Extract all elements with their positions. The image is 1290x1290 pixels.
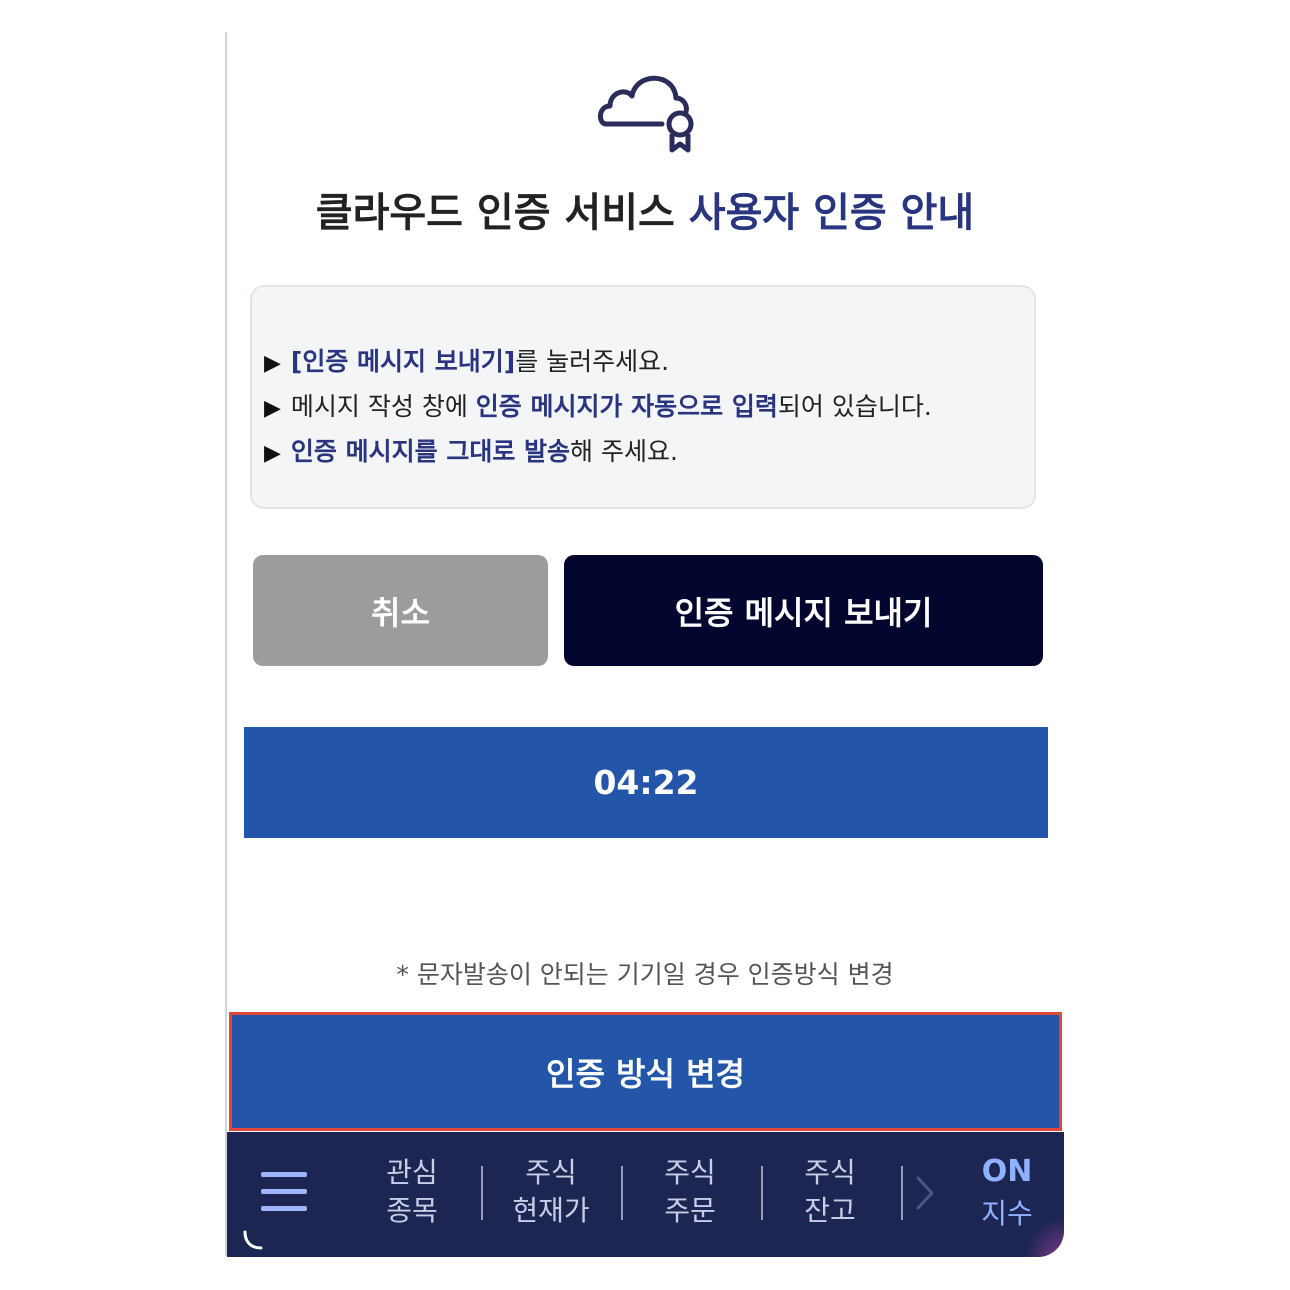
arrow-icon: ▶	[264, 351, 281, 376]
arrow-icon: ▶	[264, 396, 281, 421]
instruction-line-2: ▶ 메시지 작성 창에 인증 메시지가 자동으로 입력되어 있습니다.	[264, 387, 932, 423]
auth-page: 클라우드 인증 서비스 사용자 인증 안내 ▶ [인증 메시지 보내기]를 눌러주…	[0, 0, 1290, 1290]
bottom-navigation: 관심 종목 주식 현재가 주식 주문 주식 잔고 ON 지수	[227, 1132, 1064, 1257]
nav-item-label: 종목	[386, 1194, 438, 1227]
nav-divider	[901, 1166, 903, 1220]
nav-divider	[621, 1166, 623, 1220]
nav-item-label: 관심	[386, 1156, 438, 1189]
instruction-text: 메시지 작성 창에	[290, 392, 476, 421]
spinner-icon	[243, 1230, 263, 1250]
instruction-text: 해 주세요.	[570, 437, 678, 466]
nav-item-stock-price[interactable]: 주식 현재가	[496, 1154, 606, 1230]
instruction-box: ▶ [인증 메시지 보내기]를 눌러주세요. ▶ 메시지 작성 창에 인증 메시지가…	[250, 285, 1036, 509]
title-main: 클라우드 인증 서비스	[315, 190, 689, 236]
chevron-right-icon[interactable]	[910, 1170, 940, 1216]
nav-item-label: 주식	[804, 1156, 856, 1189]
nav-item-watchlist[interactable]: 관심 종목	[357, 1154, 467, 1230]
nav-item-stock-balance[interactable]: 주식 잔고	[775, 1154, 885, 1230]
instruction-highlight: 인증 메시지를 그대로 발송	[290, 437, 571, 466]
arrow-icon: ▶	[264, 441, 281, 466]
instruction-line-1: ▶ [인증 메시지 보내기]를 눌러주세요.	[264, 342, 669, 378]
nav-item-label: 주식	[664, 1156, 716, 1189]
nav-item-label: 현재가	[512, 1194, 590, 1227]
instruction-highlight: 인증 메시지가 자동으로 입력	[475, 392, 778, 421]
nav-item-label: 주식	[525, 1156, 577, 1189]
cloud-certificate-icon	[598, 75, 694, 153]
title-accent: 사용자 인증 안내	[688, 190, 975, 236]
corner-glow	[1024, 1217, 1064, 1257]
send-auth-message-button[interactable]: 인증 메시지 보내기	[564, 555, 1043, 666]
countdown-timer: 04:22	[244, 727, 1048, 838]
nav-item-label: 주문	[664, 1194, 716, 1227]
hamburger-menu-icon[interactable]	[261, 1172, 307, 1212]
on-index-label[interactable]: ON	[967, 1152, 1047, 1192]
nav-divider	[761, 1166, 763, 1220]
method-change-notice: * 문자발송이 안되는 기기일 경우 인증방식 변경	[396, 960, 894, 989]
nav-item-stock-order[interactable]: 주식 주문	[635, 1154, 745, 1230]
cancel-button[interactable]: 취소	[253, 555, 548, 666]
nav-divider	[481, 1166, 483, 1220]
nav-item-label: 잔고	[804, 1194, 856, 1227]
instruction-line-3: ▶ 인증 메시지를 그대로 발송해 주세요.	[264, 432, 678, 468]
instruction-highlight: [인증 메시지 보내기]	[290, 347, 516, 376]
change-auth-method-button[interactable]: 인증 방식 변경	[229, 1012, 1062, 1131]
instruction-text: 되어 있습니다.	[777, 392, 932, 421]
page-title: 클라우드 인증 서비스 사용자 인증 안내	[0, 180, 1290, 238]
instruction-text: 를 눌러주세요.	[515, 347, 670, 376]
